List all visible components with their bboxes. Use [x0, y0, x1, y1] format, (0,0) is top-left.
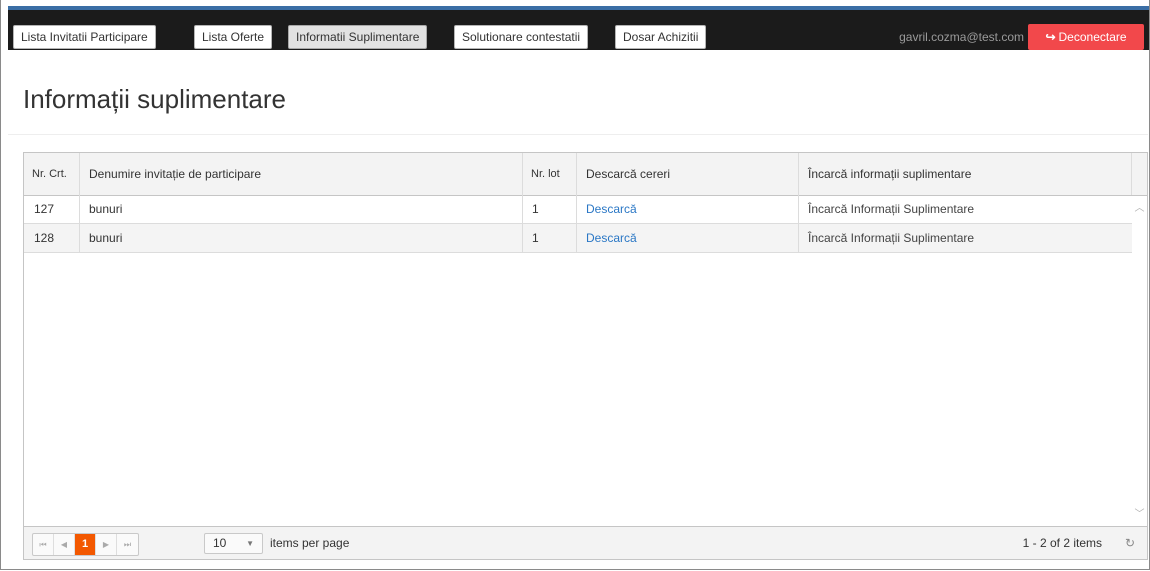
header-nr-lot[interactable]: Nr. lot	[523, 153, 577, 195]
table-row[interactable]: 127 bunuri 1 Descarcă Încarcă Informații…	[24, 195, 1132, 224]
pager-info: 1 - 2 of 2 items	[1022, 536, 1102, 550]
logout-label: Deconectare	[1058, 30, 1127, 44]
cell-nr-crt: 127	[24, 195, 80, 223]
last-page-icon[interactable]: ⏭	[117, 534, 138, 555]
nav-lista-oferte-button[interactable]: Lista Oferte	[194, 25, 273, 49]
page-title: Informații suplimentare	[23, 84, 286, 114]
header-scroll-spacer	[1132, 153, 1147, 195]
descarca-link[interactable]: Descarcă	[586, 231, 637, 245]
nav-solutionare-contestatii-button[interactable]: Solutionare contestatii	[454, 25, 589, 49]
nav-lista-invitatii-button[interactable]: Lista Invitatii Participare	[13, 25, 156, 49]
cell-incarca: Încarcă Informații Suplimentare	[799, 195, 1132, 223]
grid-body: 127 bunuri 1 Descarcă Încarcă Informații…	[24, 195, 1132, 253]
informatii-grid: Nr. Crt. Denumire invitație de participa…	[23, 152, 1148, 560]
header-descarca-cereri[interactable]: Descarcă cereri	[577, 153, 799, 195]
logout-icon: ↪	[1045, 30, 1056, 44]
descarca-link[interactable]: Descarcă	[586, 202, 637, 216]
incarca-informatii-link[interactable]: Încarcă Informații Suplimentare	[808, 202, 974, 216]
top-navbar: Lista Invitatii Participare Lista Oferte…	[8, 6, 1149, 50]
table-row[interactable]: 128 bunuri 1 Descarcă Încarcă Informații…	[24, 224, 1132, 253]
vertical-scrollbar[interactable]: ︿ ﹀	[1132, 195, 1147, 526]
nav-dosar-achizitii-button[interactable]: Dosar Achizitii	[615, 25, 707, 49]
cell-nr-lot: 1	[523, 195, 577, 223]
scroll-up-icon[interactable]: ︿	[1134, 203, 1145, 214]
cell-nr-crt: 128	[24, 224, 80, 252]
scroll-down-icon[interactable]: ﹀	[1134, 509, 1145, 520]
title-divider	[8, 134, 1148, 135]
pager-nav: ⏮ ◀ 1 ▶ ⏭	[32, 533, 139, 556]
header-nr-crt[interactable]: Nr. Crt.	[24, 153, 80, 195]
cell-descarca: Descarcă	[577, 195, 799, 223]
current-page-button[interactable]: 1	[75, 534, 96, 555]
cell-nr-lot: 1	[523, 224, 577, 252]
cell-incarca: Încarcă Informații Suplimentare	[799, 224, 1132, 252]
refresh-icon[interactable]: ↻	[1125, 527, 1135, 559]
grid-pager: ⏮ ◀ 1 ▶ ⏭ 10 ▼ items per page 1 - 2 of 2…	[24, 526, 1147, 559]
next-page-icon[interactable]: ▶	[96, 534, 117, 555]
header-denumire[interactable]: Denumire invitație de participare	[80, 153, 523, 195]
header-incarca-informatii[interactable]: Încarcă informații suplimentare	[799, 153, 1132, 195]
user-email: gavril.cozma@test.com	[899, 30, 1024, 44]
page-size-value: 10	[213, 536, 227, 550]
logout-button[interactable]: ↪ Deconectare	[1028, 24, 1144, 50]
nav-informatii-suplimentare-button[interactable]: Informatii Suplimentare	[288, 25, 428, 49]
items-per-page-label: items per page	[270, 536, 350, 550]
grid-header: Nr. Crt. Denumire invitație de participa…	[24, 153, 1147, 196]
cell-denumire: bunuri	[80, 195, 523, 223]
cell-descarca: Descarcă	[577, 224, 799, 252]
page-size-select[interactable]: 10 ▼	[204, 533, 263, 554]
chevron-down-icon: ▼	[246, 539, 254, 548]
incarca-informatii-link[interactable]: Încarcă Informații Suplimentare	[808, 231, 974, 245]
cell-denumire: bunuri	[80, 224, 523, 252]
prev-page-icon[interactable]: ◀	[54, 534, 75, 555]
first-page-icon[interactable]: ⏮	[33, 534, 54, 555]
